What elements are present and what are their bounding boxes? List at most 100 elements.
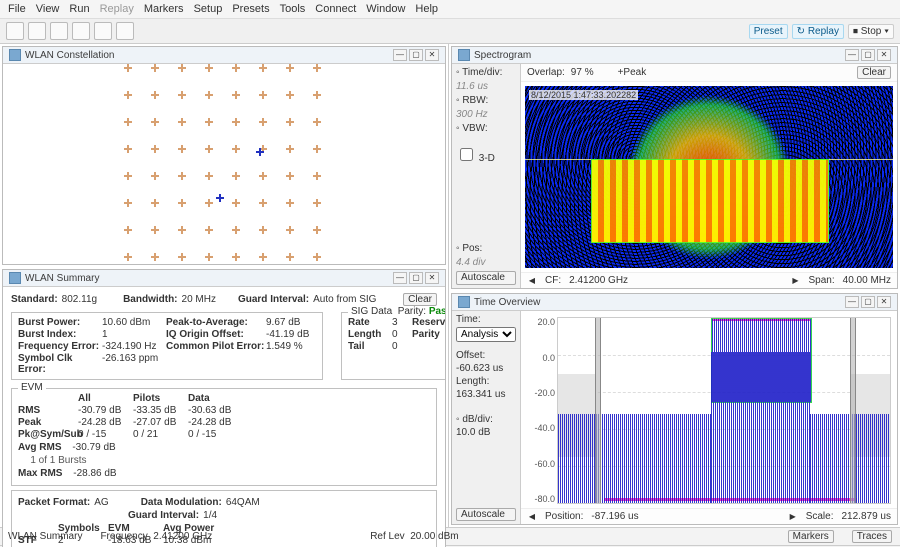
gi: 1/4 (203, 510, 217, 521)
to-scale: 212.879 us (842, 511, 892, 522)
evm-pks-pilots: 0 / 21 (133, 429, 188, 440)
sig-label: SIG Data (351, 306, 392, 317)
evm-c1: All (78, 393, 133, 404)
guard-value: Auto from SIG (313, 294, 376, 305)
bandwidth-value: 20 MHz (182, 294, 216, 305)
timediv-label[interactable]: Time/div: (462, 67, 502, 78)
menu-tools[interactable]: Tools (280, 3, 306, 15)
pf-label: Packet Format: (18, 497, 90, 508)
toolbar: Preset ↻ Replay ⏹ Stop ▾ (0, 19, 900, 44)
burst-idx-label: Burst Index: (18, 329, 102, 340)
min-icon[interactable]: — (393, 49, 407, 61)
cpe-label: Common Pilot Error: (166, 341, 266, 352)
evm-rms-l: RMS (18, 405, 78, 416)
tool-save-icon[interactable] (28, 22, 46, 40)
tool-addview-icon[interactable] (116, 22, 134, 40)
spectrogram-plot[interactable]: 8/12/2015 1:47:33.202282 (525, 86, 893, 268)
evm-pk-l: Peak (18, 417, 78, 428)
menu-presets[interactable]: Presets (232, 3, 269, 15)
panel-title-timeoverview: Time Overview (474, 297, 540, 308)
max-icon[interactable]: ▢ (409, 272, 423, 284)
spec-pos-label[interactable]: Pos: (462, 243, 482, 254)
iq-label: IQ Origin Offset: (166, 329, 266, 340)
autoscale-button[interactable]: Autoscale (456, 508, 516, 521)
panel-wlan-summary: WLAN Summary — ▢ ✕ Standard: 802.11g Ban… (2, 269, 446, 547)
sig-len: 0 (392, 329, 412, 340)
to-dbdiv: 10.0 dB (456, 427, 516, 438)
close-icon[interactable]: ✕ (877, 296, 891, 308)
pta-label: Peak-to-Average: (166, 317, 266, 328)
panel-title-summary: WLAN Summary (25, 273, 99, 284)
menu-help[interactable]: Help (415, 3, 438, 15)
chevron-left-icon[interactable]: ◀ (527, 276, 537, 286)
threeD-label: 3-D (479, 153, 495, 164)
tool-record-icon[interactable] (72, 22, 90, 40)
markers-button[interactable]: Markers (788, 530, 834, 543)
menu-window[interactable]: Window (366, 3, 405, 15)
analysis-select[interactable]: Analysis (456, 327, 516, 342)
chevron-right-icon[interactable]: ▶ (788, 512, 798, 522)
chevron-right-icon[interactable]: ▶ (791, 276, 801, 286)
sce-label: Symbol Clk Error: (18, 353, 102, 375)
menu-markers[interactable]: Markers (144, 3, 184, 15)
traces-button[interactable]: Traces (852, 530, 892, 543)
cb-3d[interactable] (460, 148, 473, 161)
span: 40.00 MHz (843, 275, 891, 286)
ft-r0: STF (18, 535, 58, 546)
chevron-left-icon[interactable]: ◀ (527, 512, 537, 522)
evm-label: EVM (18, 382, 46, 393)
vbw-label[interactable]: VBW: (462, 123, 487, 134)
guard-label: Guard Interval: (238, 294, 309, 305)
spec-timestamp: 8/12/2015 1:47:33.202282 (529, 90, 638, 100)
evm-max: -28.86 dB (73, 468, 116, 479)
max-icon[interactable]: ▢ (409, 49, 423, 61)
stop-button[interactable]: ⏹ Stop ▾ (848, 24, 894, 39)
spec-mode: +Peak (618, 67, 647, 78)
close-icon[interactable]: ✕ (425, 272, 439, 284)
to-dbdiv-label[interactable]: dB/div: (462, 414, 493, 425)
min-icon[interactable]: — (845, 49, 859, 61)
constellation-view[interactable] (3, 64, 445, 264)
cf-label: CF: (545, 275, 561, 286)
summary-body: Standard: 802.11g Bandwidth: 20 MHz Guar… (3, 287, 445, 547)
clear-button[interactable]: Clear (857, 66, 891, 79)
min-icon[interactable]: — (845, 296, 859, 308)
pta: 9.67 dB (266, 317, 316, 328)
to-yaxis: 20.00.0-20.0-40.0-60.0-80.0 (525, 317, 555, 504)
rbw-label[interactable]: RBW: (462, 95, 488, 106)
evm-pk-data: -24.28 dB (188, 417, 243, 428)
evm-pks-all: 0 / -15 (78, 429, 133, 440)
max-icon[interactable]: ▢ (861, 296, 875, 308)
tool-open-icon[interactable] (6, 22, 24, 40)
tool-play-icon[interactable] (50, 22, 68, 40)
window-icon (9, 272, 21, 284)
tool-settings-icon[interactable] (94, 22, 112, 40)
autoscale-button[interactable]: Autoscale (456, 271, 516, 285)
to-scale-label: Scale: (806, 511, 834, 522)
menu-run[interactable]: Run (69, 3, 89, 15)
close-icon[interactable]: ✕ (877, 49, 891, 61)
timeoverview-plot[interactable] (557, 317, 891, 504)
menu-view[interactable]: View (36, 3, 60, 15)
min-icon[interactable]: — (393, 272, 407, 284)
panel-constellation: WLAN Constellation — ▢ ✕ (2, 46, 446, 265)
sce: -26.163 ppm (102, 353, 166, 375)
menu-file[interactable]: File (8, 3, 26, 15)
menu-setup[interactable]: Setup (194, 3, 223, 15)
iq: -41.19 dB (266, 329, 316, 340)
close-icon[interactable]: ✕ (425, 49, 439, 61)
timediv: 11.6 us (456, 81, 516, 93)
evm-rms-all: -30.79 dB (78, 405, 133, 416)
menu-replay[interactable]: Replay (100, 3, 134, 15)
evm-pk-pilots: -27.07 dB (133, 417, 188, 428)
clear-button[interactable]: Clear (403, 293, 437, 306)
evm-avg: -30.79 dB (72, 442, 115, 453)
menu-connect[interactable]: Connect (315, 3, 356, 15)
to-offset-label: Offset: (456, 350, 485, 361)
max-icon[interactable]: ▢ (861, 49, 875, 61)
to-time-label: Time: (456, 314, 481, 325)
to-length-label: Length: (456, 376, 489, 387)
spec-pos: 4.4 div (456, 257, 516, 269)
preset-button[interactable]: Preset (749, 24, 788, 39)
replay-button[interactable]: ↻ Replay (792, 24, 844, 39)
